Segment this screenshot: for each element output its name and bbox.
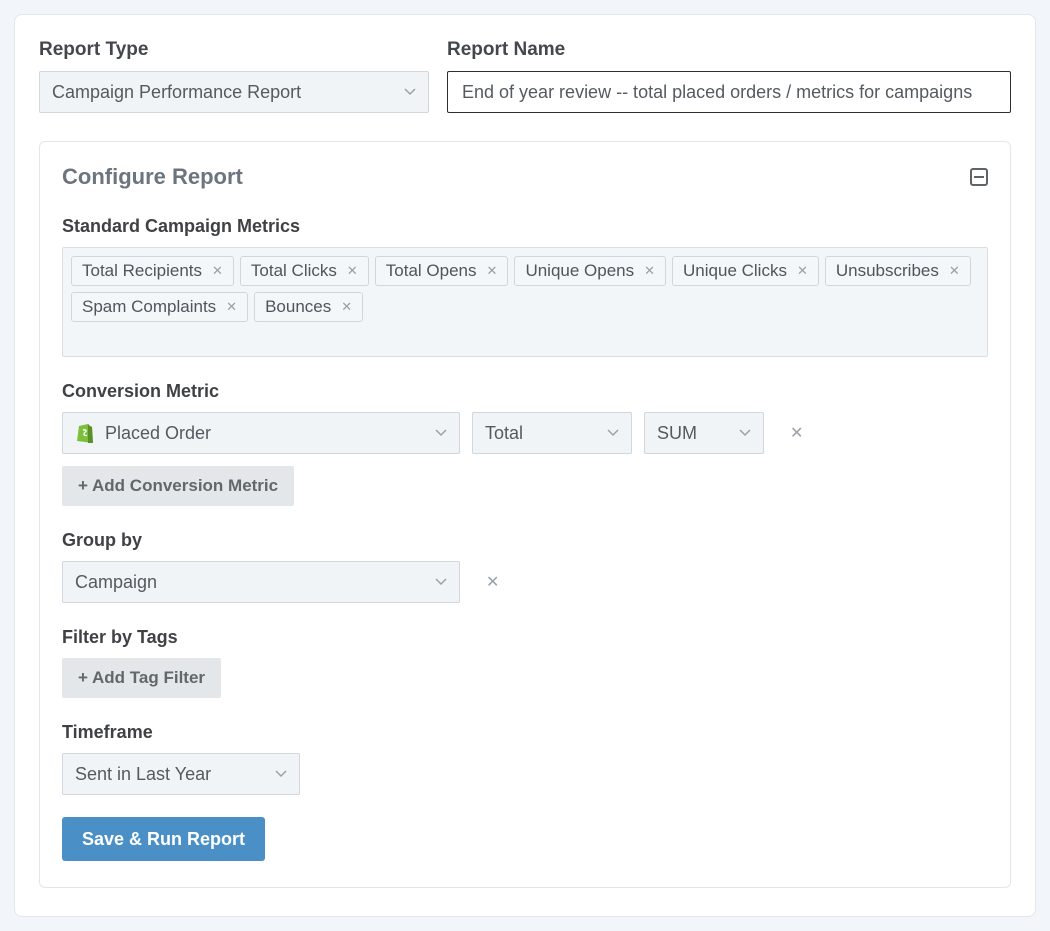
remove-chip-icon[interactable]: ✕ (339, 299, 354, 315)
metric-chip[interactable]: Total Opens ✕ (375, 256, 509, 286)
metric-chip[interactable]: Total Clicks ✕ (240, 256, 369, 286)
metric-chip-label: Bounces (265, 297, 331, 317)
group-by-value: Campaign (75, 572, 157, 593)
filter-tags-label: Filter by Tags (62, 627, 988, 648)
report-name-label: Report Name (447, 39, 1011, 61)
remove-chip-icon[interactable]: ✕ (485, 263, 500, 279)
chevron-down-icon (435, 578, 447, 586)
metric-chip-label: Spam Complaints (82, 297, 216, 317)
remove-chip-icon[interactable]: ✕ (345, 263, 360, 279)
remove-chip-icon[interactable]: ✕ (642, 263, 657, 279)
chevron-down-icon (435, 429, 447, 437)
shopify-icon (75, 422, 95, 444)
remove-chip-icon[interactable]: ✕ (947, 263, 962, 279)
configure-report-panel: Configure Report Standard Campaign Metri… (39, 141, 1011, 888)
timeframe-select[interactable]: Sent in Last Year (62, 753, 300, 795)
chevron-down-icon (404, 88, 416, 96)
conversion-function-value: SUM (657, 423, 697, 444)
metric-chip-label: Total Opens (386, 261, 477, 281)
conversion-metric-value: Placed Order (105, 423, 211, 444)
remove-chip-icon[interactable]: ✕ (795, 263, 810, 279)
metric-chip[interactable]: Unique Clicks ✕ (672, 256, 819, 286)
metric-chip-label: Unique Opens (525, 261, 634, 281)
remove-conversion-row-icon[interactable]: ✕ (784, 423, 809, 443)
report-type-select[interactable]: Campaign Performance Report (39, 71, 429, 113)
group-by-label: Group by (62, 530, 988, 551)
conversion-metric-select[interactable]: Placed Order (62, 412, 460, 454)
timeframe-label: Timeframe (62, 722, 988, 743)
add-tag-filter-button[interactable]: + Add Tag Filter (62, 658, 221, 698)
conversion-aggregation-select[interactable]: Total (472, 412, 632, 454)
group-by-select[interactable]: Campaign (62, 561, 460, 603)
report-type-label: Report Type (39, 39, 429, 61)
chevron-down-icon (607, 429, 619, 437)
metric-chip[interactable]: Bounces ✕ (254, 292, 363, 322)
metric-chip-label: Unsubscribes (836, 261, 939, 281)
metric-chip-label: Unique Clicks (683, 261, 787, 281)
metric-chip[interactable]: Total Recipients ✕ (71, 256, 234, 286)
metric-chip[interactable]: Unsubscribes ✕ (825, 256, 971, 286)
conversion-function-select[interactable]: SUM (644, 412, 764, 454)
chevron-down-icon (275, 770, 287, 778)
timeframe-value: Sent in Last Year (75, 764, 211, 785)
minus-icon (974, 176, 984, 178)
remove-chip-icon[interactable]: ✕ (210, 263, 225, 279)
conversion-metric-label: Conversion Metric (62, 381, 988, 402)
chevron-down-icon (739, 429, 751, 437)
collapse-section-button[interactable] (970, 168, 988, 186)
report-name-input[interactable] (447, 71, 1011, 113)
conversion-aggregation-value: Total (485, 423, 523, 444)
metric-chip[interactable]: Spam Complaints ✕ (71, 292, 248, 322)
remove-group-by-icon[interactable]: ✕ (480, 572, 505, 592)
save-and-run-button[interactable]: Save & Run Report (62, 817, 265, 861)
add-conversion-metric-button[interactable]: + Add Conversion Metric (62, 466, 294, 506)
metric-chip-label: Total Clicks (251, 261, 337, 281)
standard-metrics-field[interactable]: Total Recipients ✕ Total Clicks ✕ Total … (62, 247, 988, 357)
metric-chip-label: Total Recipients (82, 261, 202, 281)
configure-report-title: Configure Report (62, 164, 243, 190)
remove-chip-icon[interactable]: ✕ (224, 299, 239, 315)
metric-chip[interactable]: Unique Opens ✕ (514, 256, 666, 286)
standard-metrics-label: Standard Campaign Metrics (62, 216, 988, 237)
report-type-value: Campaign Performance Report (52, 82, 301, 103)
report-builder-panel: Report Type Campaign Performance Report … (14, 14, 1036, 917)
